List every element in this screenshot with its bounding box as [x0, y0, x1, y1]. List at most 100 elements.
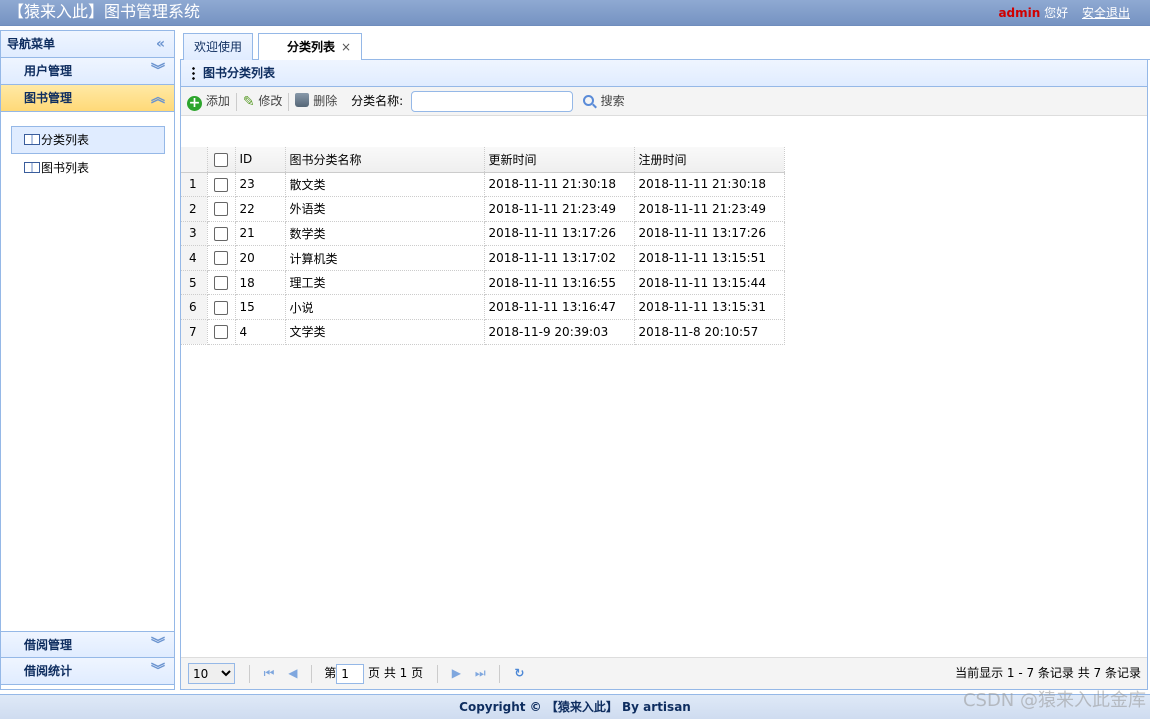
cell-updated: 2018-11-11 13:16:55	[484, 270, 635, 296]
column-header-updated[interactable]: 更新时间	[484, 147, 635, 173]
chevron-double-up-icon: ︽	[151, 90, 165, 106]
logout-link[interactable]: 安全退出	[1082, 6, 1130, 20]
tab-category-list[interactable]: 分类列表 ×	[258, 33, 363, 61]
row-number: 5	[181, 270, 208, 296]
chevron-double-down-icon: ︾	[151, 637, 165, 653]
pencil-icon: ✎	[242, 94, 255, 110]
nav-section-label: 用户管理	[24, 64, 73, 78]
table-row[interactable]: 2 22 外语类 2018-11-11 21:23:49 2018-11-11 21:2…	[181, 196, 785, 222]
nav-section-book-body: 分类列表 图书列表	[1, 112, 174, 631]
app-title: 【猿来入此】图书管理系统	[8, 2, 201, 21]
search-button[interactable]: 搜索	[582, 87, 625, 115]
page-prefix: 第	[324, 666, 337, 680]
nav-section-stats[interactable]: 借阅统计 ︾	[1, 658, 174, 685]
last-page-icon[interactable]: ⏭	[475, 658, 486, 688]
row-checkbox[interactable]	[214, 251, 228, 266]
nav-section-book[interactable]: 图书管理 ︽	[1, 85, 174, 112]
edit-button[interactable]: ✎ 修改	[243, 87, 283, 116]
cell-name: 文学类	[285, 319, 485, 345]
nav-section-label: 借阅统计	[24, 664, 73, 678]
cell-id: 18	[235, 270, 286, 296]
tab-bar: 欢迎使用 分类列表 ×	[180, 30, 1150, 61]
next-page-icon[interactable]: ▶	[452, 658, 461, 688]
nav-section-label: 图书管理	[24, 91, 73, 105]
column-header-id[interactable]: ID	[235, 147, 286, 173]
app-header: 【猿来入此】图书管理系统 admin 您好 安全退出	[0, 0, 1150, 26]
table-header-row: ID 图书分类名称 更新时间 注册时间	[181, 147, 785, 173]
menu-item-label: 分类列表	[41, 133, 90, 147]
table-row[interactable]: 3 21 数学类 2018-11-11 13:17:26 2018-11-11 13:1…	[181, 221, 785, 247]
cell-id: 22	[235, 196, 286, 222]
add-button-label: 添加	[205, 94, 230, 108]
category-panel: 图书分类列表 + 添加 ✎ 修改 删除 分类名称: 搜索 ID 图书分类名称 更…	[180, 60, 1148, 690]
tab-label: 欢迎使用	[194, 40, 243, 54]
category-name-input[interactable]	[410, 91, 573, 112]
cell-id: 15	[235, 294, 286, 321]
book-icon	[24, 134, 40, 145]
nav-section-label: 借阅管理	[24, 638, 73, 652]
category-table: ID 图书分类名称 更新时间 注册时间 1 23 散文类 2018-11-11 21:…	[181, 147, 785, 345]
cell-updated: 2018-11-11 13:16:47	[484, 294, 635, 321]
row-checkbox[interactable]	[214, 177, 228, 192]
menu-item-book-list[interactable]: 图书列表	[11, 154, 165, 182]
row-number: 1	[181, 172, 208, 198]
nav-title-label: 导航菜单	[7, 37, 56, 51]
cell-id: 4	[235, 319, 286, 345]
table-row[interactable]: 7 4 文学类 2018-11-9 20:39:03 2018-11-8 20:10:5…	[181, 319, 785, 345]
collapse-nav-icon[interactable]: «	[156, 31, 165, 58]
row-checkbox[interactable]	[214, 226, 228, 241]
toolbar: + 添加 ✎ 修改 删除 分类名称: 搜索	[181, 87, 1147, 116]
column-header-name[interactable]: 图书分类名称	[285, 147, 485, 173]
toolbar-divider	[288, 92, 290, 111]
page-number-input[interactable]	[336, 663, 365, 684]
menu-dots-icon	[192, 66, 195, 81]
select-all-cell	[207, 147, 236, 173]
menu-item-label: 图书列表	[41, 161, 90, 175]
row-checkbox[interactable]	[214, 300, 228, 315]
chevron-double-down-icon: ︾	[151, 63, 165, 79]
row-checkbox[interactable]	[214, 325, 228, 340]
row-number-header	[181, 147, 208, 173]
username: admin	[998, 6, 1041, 20]
cell-id: 21	[235, 221, 286, 247]
first-page-icon[interactable]: ⏮	[264, 658, 275, 688]
cell-updated: 2018-11-11 21:23:49	[484, 196, 635, 222]
row-checkbox[interactable]	[214, 275, 228, 290]
table-row[interactable]: 1 23 散文类 2018-11-11 21:30:18 2018-11-11 21:3…	[181, 172, 785, 198]
page-size-select[interactable]: 10	[188, 663, 235, 684]
row-checkbox-cell	[207, 319, 236, 345]
row-number: 4	[181, 245, 208, 271]
delete-button-label: 删除	[313, 94, 338, 108]
pager-divider	[248, 664, 250, 683]
cell-id: 20	[235, 245, 286, 271]
nav-title: 导航菜单 «	[1, 31, 174, 58]
plus-icon: +	[187, 95, 202, 111]
menu-item-category-list[interactable]: 分类列表	[11, 126, 165, 154]
table-row[interactable]: 5 18 理工类 2018-11-11 13:16:55 2018-11-11 13:1…	[181, 270, 785, 296]
delete-button[interactable]: 删除	[295, 87, 337, 115]
column-header-registered[interactable]: 注册时间	[634, 147, 785, 173]
prev-page-icon[interactable]: ◀	[288, 658, 297, 688]
search-button-label: 搜索	[600, 94, 625, 108]
cell-id: 23	[235, 172, 286, 198]
nav-section-borrow[interactable]: 借阅管理 ︾	[1, 631, 174, 658]
add-button[interactable]: + 添加	[187, 87, 230, 115]
table-row[interactable]: 6 15 小说 2018-11-11 13:16:47 2018-11-11 13:15…	[181, 294, 785, 321]
tab-welcome[interactable]: 欢迎使用	[183, 33, 254, 60]
row-checkbox-cell	[207, 245, 236, 271]
cell-name: 外语类	[285, 196, 485, 222]
row-number: 7	[181, 319, 208, 345]
row-checkbox[interactable]	[214, 202, 228, 217]
select-all-checkbox[interactable]	[214, 152, 228, 167]
pager-divider	[311, 664, 313, 683]
row-checkbox-cell	[207, 172, 236, 198]
cell-name: 小说	[285, 294, 485, 321]
panel-title: 图书分类列表	[181, 60, 1147, 87]
table-row[interactable]: 4 20 计算机类 2018-11-11 13:17:02 2018-11-11 13:…	[181, 245, 785, 271]
refresh-icon[interactable]: ↻	[514, 658, 524, 688]
close-icon[interactable]: ×	[341, 40, 351, 54]
nav-section-user[interactable]: 用户管理 ︾	[1, 58, 174, 85]
cell-name: 散文类	[285, 172, 485, 198]
toolbar-divider	[235, 92, 237, 111]
cell-updated: 2018-11-11 13:17:26	[484, 221, 635, 247]
